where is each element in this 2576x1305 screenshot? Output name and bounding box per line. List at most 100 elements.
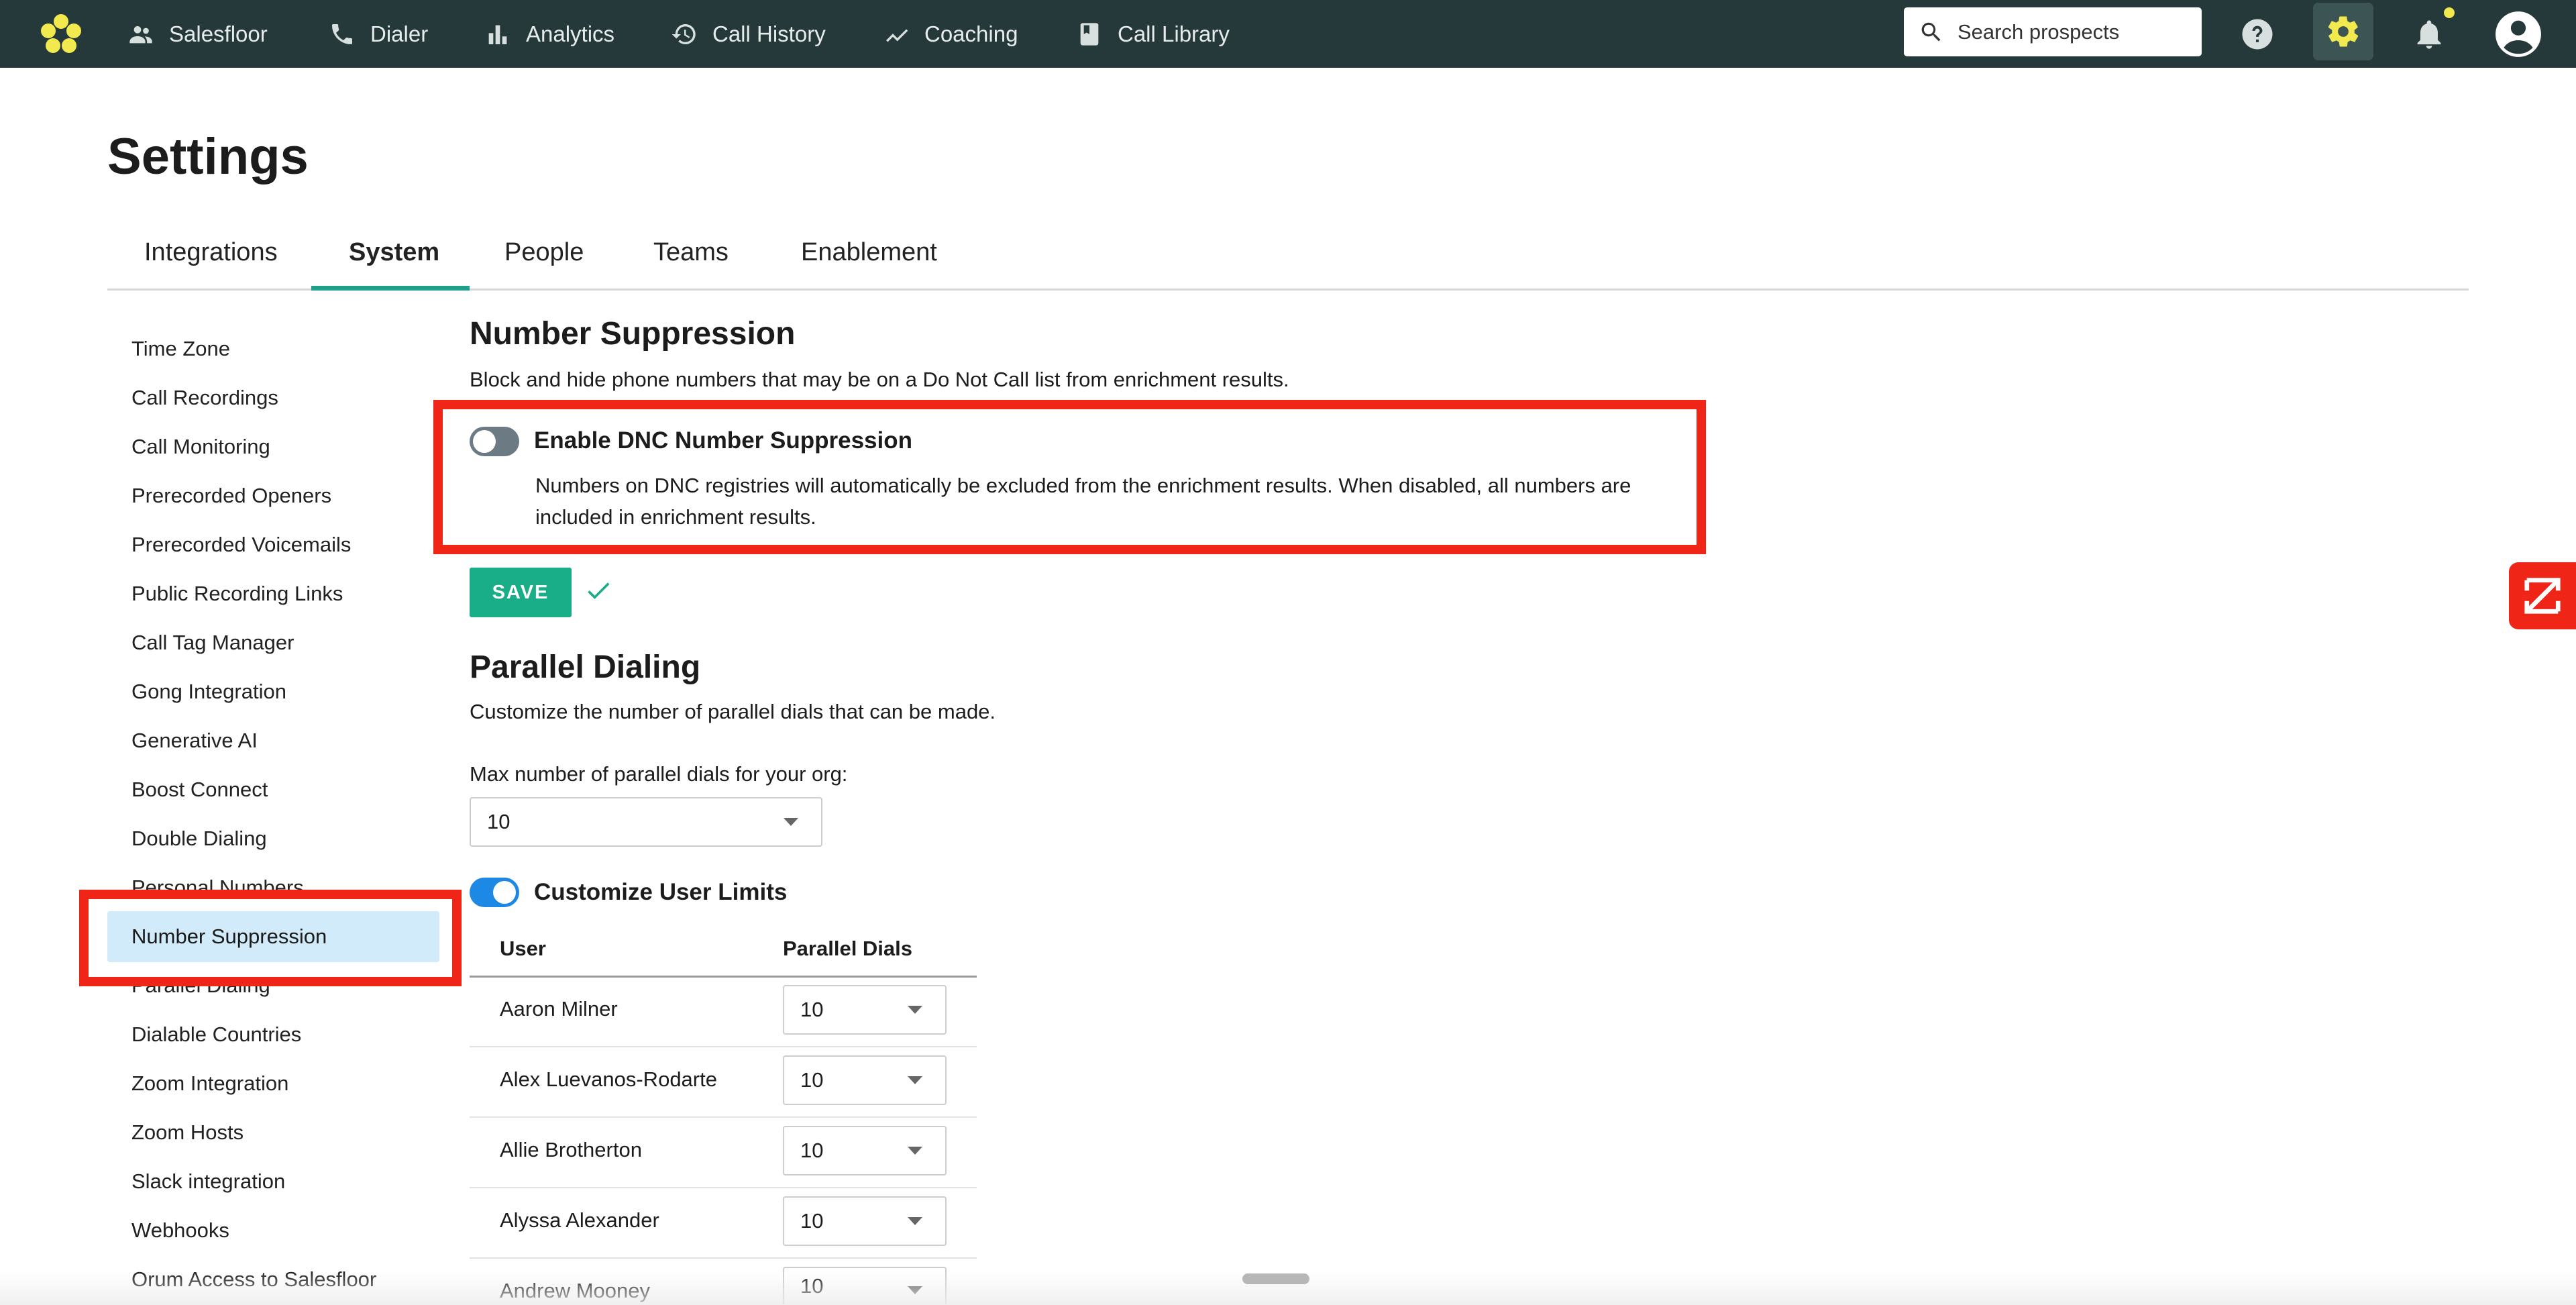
sidebar-item-public-recording-links[interactable]: Public Recording Links bbox=[131, 582, 343, 606]
sidebar-item-gong-integration[interactable]: Gong Integration bbox=[131, 680, 286, 704]
table-row-user: Alex Luevanos-Rodarte bbox=[500, 1067, 717, 1091]
user-parallel-dials-select[interactable]: 10 bbox=[783, 1126, 947, 1176]
chevron-down-icon bbox=[908, 1286, 922, 1294]
nav-coaching[interactable]: Coaching bbox=[883, 0, 1018, 68]
active-tab-indicator bbox=[311, 286, 470, 291]
customize-user-limits-toggle[interactable] bbox=[470, 878, 519, 907]
select-value: 10 bbox=[487, 810, 511, 833]
number-suppression-description: Block and hide phone numbers that may be… bbox=[470, 368, 1289, 391]
notifications-button[interactable] bbox=[2410, 0, 2449, 68]
sidebar-item-zoom-integration[interactable]: Zoom Integration bbox=[131, 1072, 288, 1096]
orum-logo-icon[interactable] bbox=[39, 12, 83, 56]
sidebar-item-generative-ai[interactable]: Generative AI bbox=[131, 729, 258, 753]
gear-icon bbox=[2328, 16, 2359, 47]
people-icon bbox=[129, 25, 152, 43]
sidebar-item-slack-integration[interactable]: Slack integration bbox=[131, 1169, 285, 1194]
chevron-down-icon bbox=[908, 1076, 922, 1084]
column-header-user: User bbox=[500, 937, 546, 960]
customize-user-limits-label: Customize User Limits bbox=[534, 879, 788, 905]
row-divider bbox=[470, 1257, 977, 1259]
sidebar-item-call-monitoring[interactable]: Call Monitoring bbox=[131, 435, 270, 459]
row-divider bbox=[470, 1046, 977, 1047]
book-icon bbox=[1080, 22, 1099, 46]
nav-label: Call History bbox=[712, 21, 826, 46]
parallel-dialing-heading: Parallel Dialing bbox=[470, 649, 701, 685]
table-row-user: Alyssa Alexander bbox=[500, 1208, 659, 1232]
nav-salesfloor[interactable]: Salesfloor bbox=[127, 0, 268, 68]
notification-badge bbox=[2444, 7, 2455, 18]
select-value: 10 bbox=[800, 998, 824, 1021]
max-parallel-dials-select[interactable]: 10 bbox=[470, 797, 822, 847]
scroll-handle[interactable] bbox=[1242, 1273, 1309, 1284]
table-header-divider bbox=[470, 976, 977, 978]
check-icon bbox=[588, 582, 610, 599]
select-value: 10 bbox=[800, 1274, 824, 1298]
select-value: 10 bbox=[800, 1139, 824, 1162]
sidebar-item-orum-access-to-salesfloor[interactable]: Orum Access to Salesfloor bbox=[131, 1267, 376, 1292]
chevron-down-icon bbox=[908, 1217, 922, 1225]
bell-icon bbox=[2417, 19, 2441, 49]
top-navigation-bar: Salesfloor Dialer Analytics Call History… bbox=[0, 0, 2576, 68]
nav-dialer[interactable]: Dialer bbox=[329, 0, 428, 68]
sidebar-item-zoom-hosts[interactable]: Zoom Hosts bbox=[131, 1120, 244, 1145]
save-button[interactable]: SAVE bbox=[470, 568, 572, 617]
annotation-highlight-dnc-toggle bbox=[433, 400, 1706, 554]
user-avatar-button[interactable] bbox=[2491, 0, 2545, 68]
user-parallel-dials-select[interactable]: 10 bbox=[783, 1196, 947, 1246]
sidebar-item-webhooks[interactable]: Webhooks bbox=[131, 1218, 229, 1243]
sidebar-item-call-recordings[interactable]: Call Recordings bbox=[131, 386, 278, 410]
sidebar-item-time-zone[interactable]: Time Zone bbox=[131, 337, 230, 361]
nav-label: Analytics bbox=[526, 21, 615, 46]
nav-label: Salesfloor bbox=[169, 21, 268, 46]
sidebar-item-double-dialing[interactable]: Double Dialing bbox=[131, 827, 267, 851]
column-header-parallel-dials: Parallel Dials bbox=[783, 937, 913, 960]
user-parallel-dials-select[interactable]: 10 bbox=[783, 985, 947, 1035]
sidebar-item-prerecorded-voicemails[interactable]: Prerecorded Voicemails bbox=[131, 533, 351, 557]
row-divider bbox=[470, 1187, 977, 1188]
tab-system[interactable]: System bbox=[349, 215, 439, 291]
user-parallel-dials-select[interactable]: 10 bbox=[783, 1267, 947, 1304]
avatar-icon bbox=[2496, 11, 2541, 57]
number-suppression-heading: Number Suppression bbox=[470, 316, 796, 352]
annotation-highlight-sidebar bbox=[79, 890, 462, 986]
history-icon bbox=[672, 23, 696, 44]
trend-icon bbox=[886, 29, 908, 42]
nav-call-history[interactable]: Call History bbox=[671, 0, 826, 68]
tab-integrations[interactable]: Integrations bbox=[144, 215, 278, 291]
table-row-user: Aaron Milner bbox=[500, 997, 618, 1021]
user-parallel-dials-select[interactable]: 10 bbox=[783, 1055, 947, 1105]
sidebar-item-call-tag-manager[interactable]: Call Tag Manager bbox=[131, 631, 294, 655]
nav-label: Coaching bbox=[924, 21, 1018, 46]
max-parallel-dials-label: Max number of parallel dials for your or… bbox=[470, 762, 848, 786]
chevron-down-icon bbox=[908, 1006, 922, 1014]
parallel-dialing-description: Customize the number of parallel dials t… bbox=[470, 700, 996, 723]
phone-icon bbox=[332, 23, 352, 44]
nav-label: Dialer bbox=[370, 21, 429, 46]
search-input[interactable] bbox=[1957, 19, 2186, 44]
table-row-user: Andrew Mooney bbox=[500, 1279, 651, 1302]
table-row-user: Allie Brotherton bbox=[500, 1138, 642, 1161]
bar-chart-icon bbox=[488, 25, 507, 44]
search-icon bbox=[1921, 22, 1941, 41]
settings-tabs: Integrations System People Teams Enablem… bbox=[107, 215, 2469, 291]
page-title: Settings bbox=[107, 128, 309, 185]
zoominfo-widget-button[interactable] bbox=[2509, 562, 2576, 629]
sidebar-item-boost-connect[interactable]: Boost Connect bbox=[131, 778, 268, 802]
select-value: 10 bbox=[800, 1068, 824, 1092]
z-logo-icon bbox=[2524, 578, 2561, 614]
nav-call-library[interactable]: Call Library bbox=[1076, 0, 1230, 68]
row-divider bbox=[470, 1116, 977, 1118]
sidebar-item-prerecorded-openers[interactable]: Prerecorded Openers bbox=[131, 484, 331, 508]
search-box[interactable] bbox=[1904, 7, 2202, 56]
sidebar-item-dialable-countries[interactable]: Dialable Countries bbox=[131, 1023, 301, 1047]
chevron-down-icon bbox=[784, 818, 798, 826]
select-value: 10 bbox=[800, 1209, 824, 1233]
tab-people[interactable]: People bbox=[504, 215, 584, 291]
help-button[interactable] bbox=[2238, 0, 2277, 68]
tab-teams[interactable]: Teams bbox=[653, 215, 729, 291]
tab-enablement[interactable]: Enablement bbox=[801, 215, 937, 291]
chevron-down-icon bbox=[908, 1147, 922, 1155]
nav-label: Call Library bbox=[1118, 21, 1230, 46]
settings-button[interactable] bbox=[2313, 3, 2373, 60]
nav-analytics[interactable]: Analytics bbox=[484, 0, 614, 68]
